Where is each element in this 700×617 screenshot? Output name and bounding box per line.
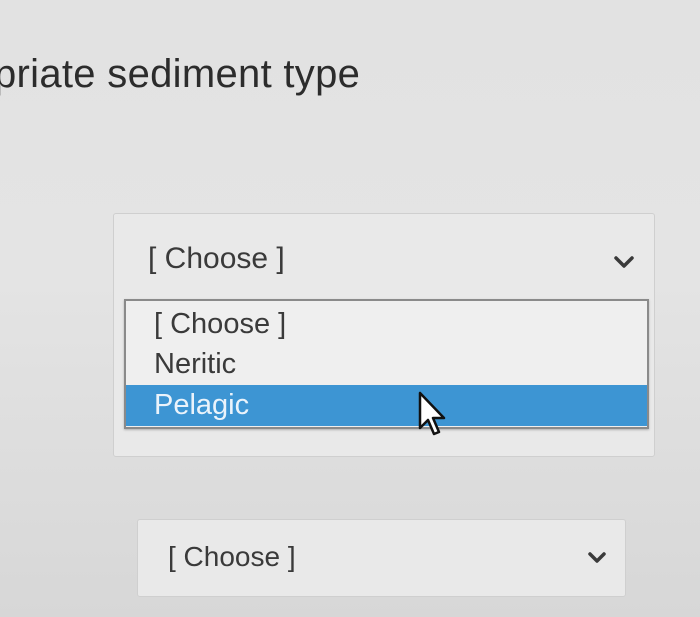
option-neritic[interactable]: Neritic: [126, 344, 647, 385]
option-choose[interactable]: [ Choose ]: [126, 304, 647, 345]
select-current-value: [ Choose ]: [168, 541, 296, 572]
question-heading: priate sediment type: [0, 52, 361, 96]
chevron-down-icon[interactable]: [612, 250, 636, 274]
chevron-down-icon[interactable]: [585, 546, 609, 570]
dropdown-options-list: [ Choose ] Neritic Pelagic: [124, 299, 649, 429]
mouse-pointer-icon: [418, 391, 446, 436]
second-sediment-select[interactable]: [ Choose ]: [137, 519, 626, 597]
select-current-value: [ Choose ]: [148, 242, 285, 275]
option-pelagic[interactable]: Pelagic: [126, 385, 647, 426]
